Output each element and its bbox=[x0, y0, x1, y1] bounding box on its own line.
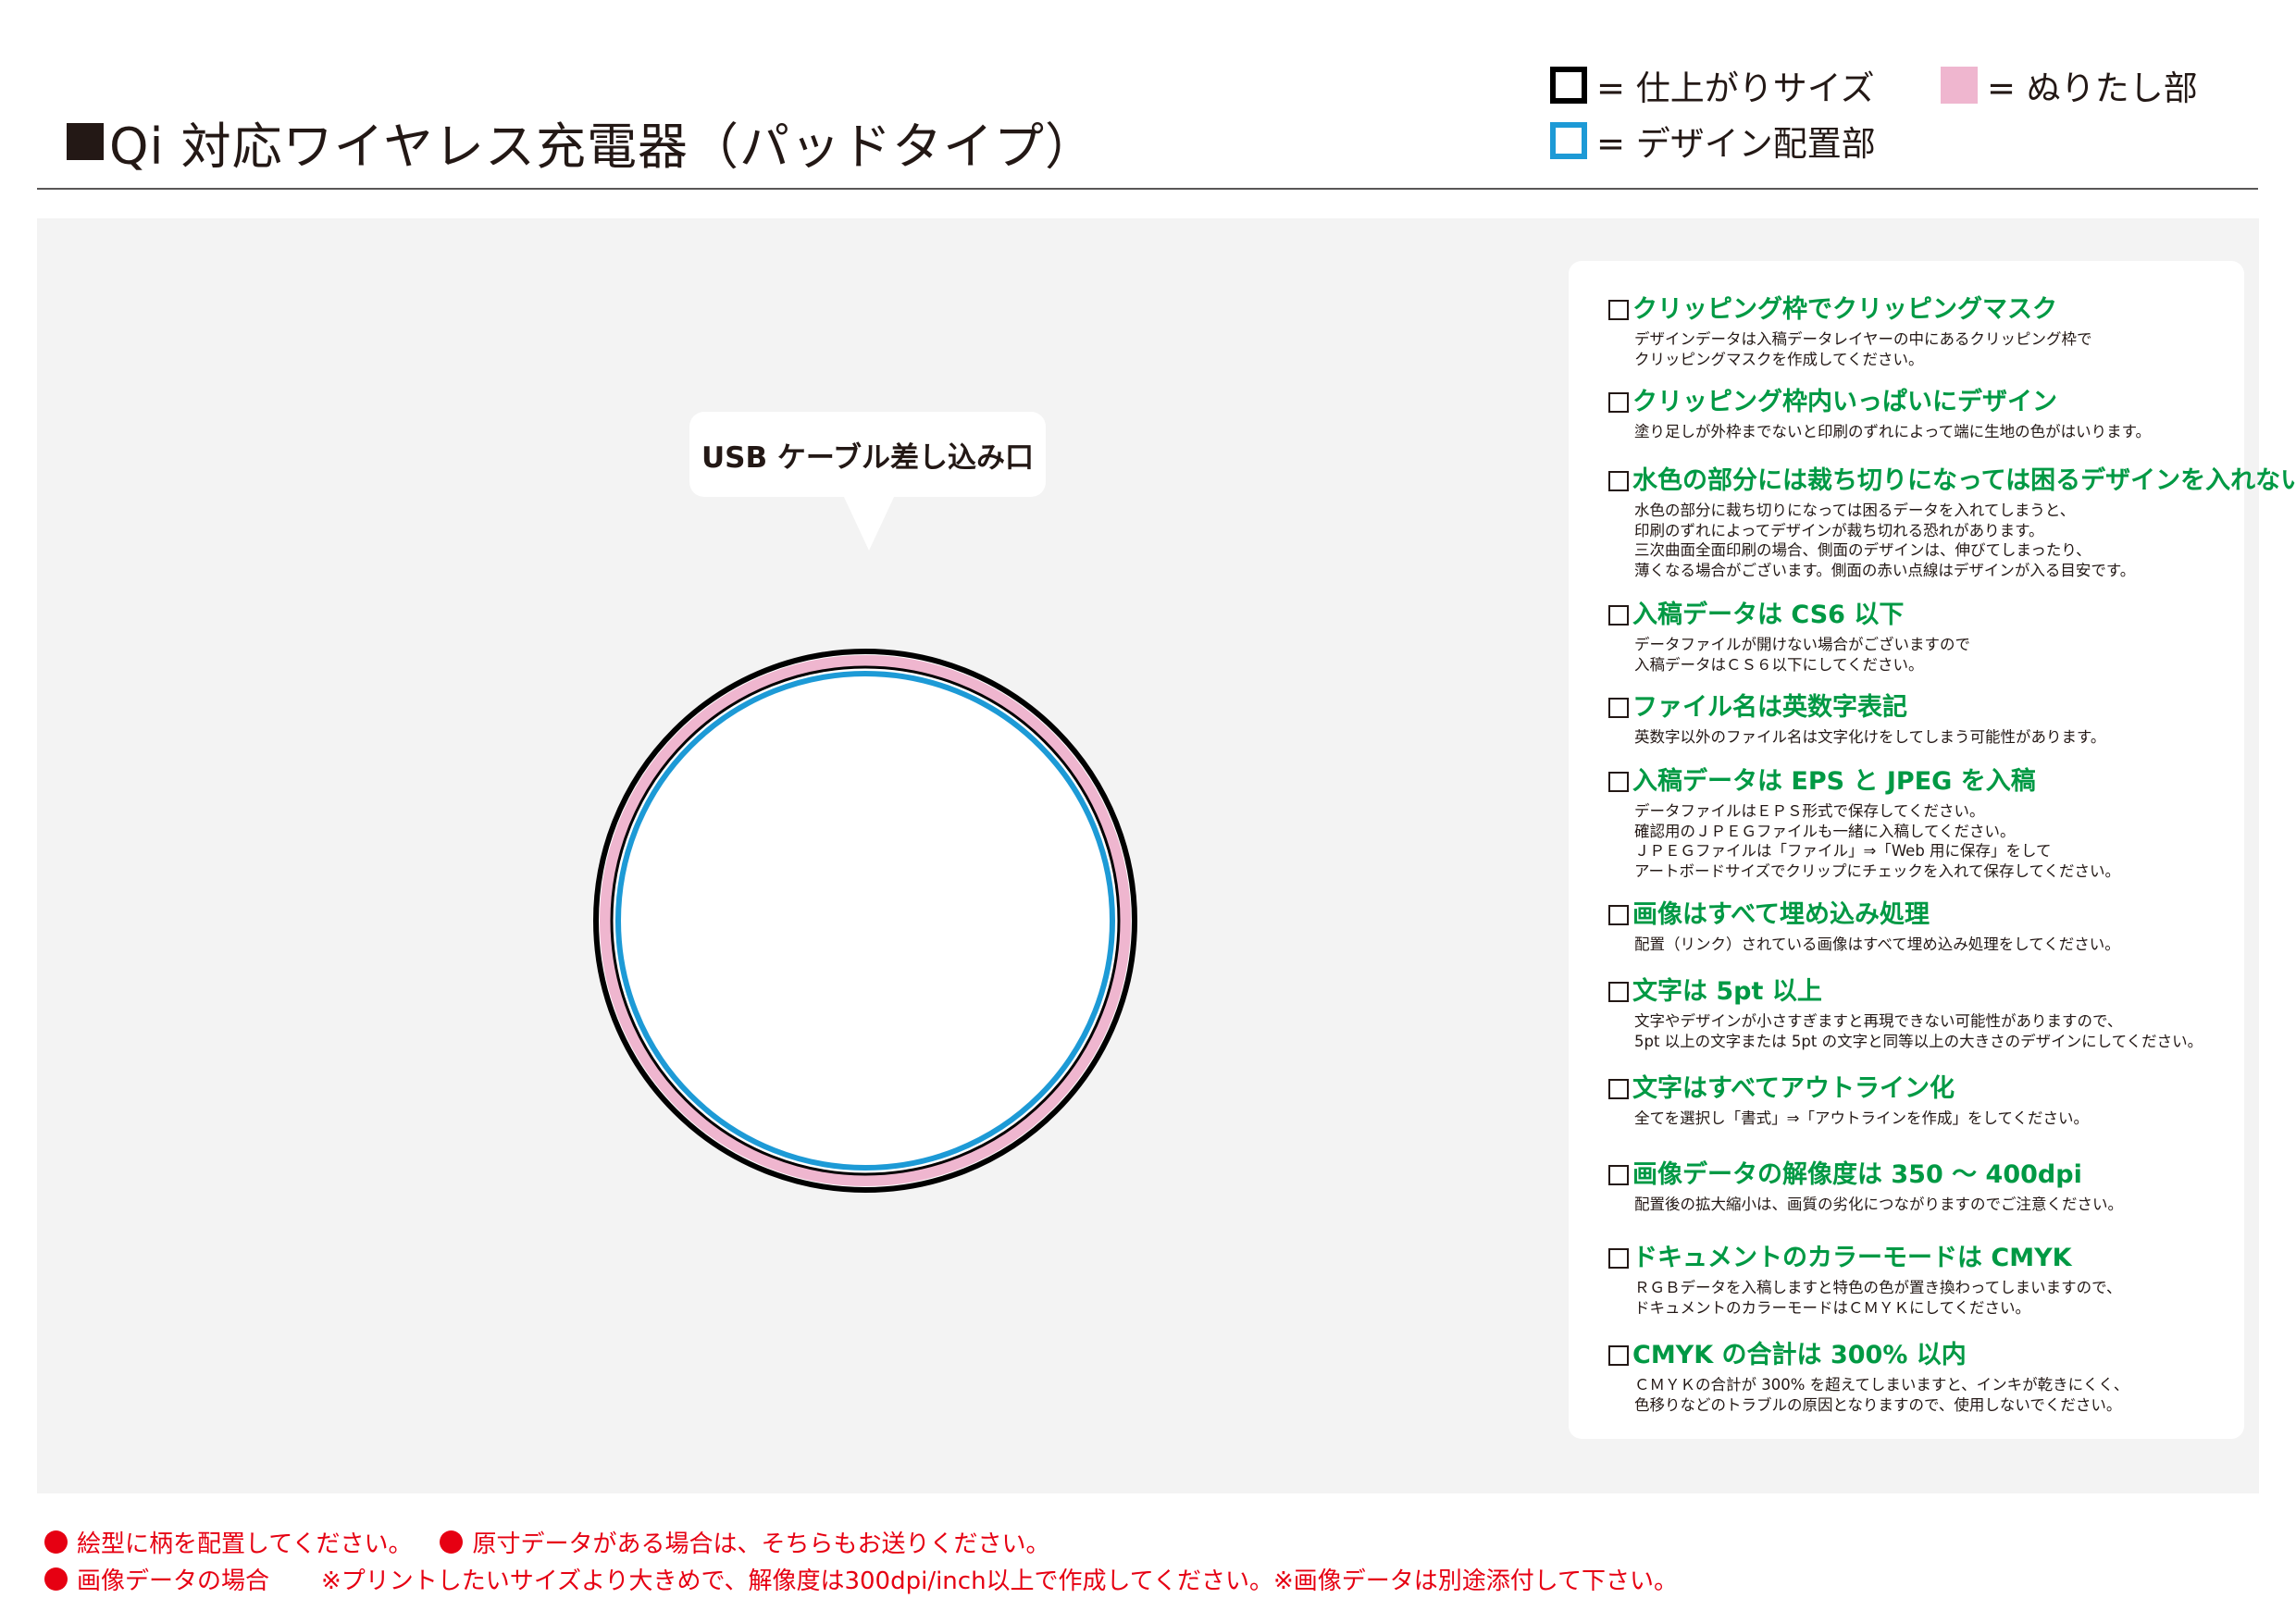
legend-finish-size-label: = 仕上がりサイズ bbox=[1596, 68, 1875, 108]
title-square-icon bbox=[67, 123, 104, 160]
check-item: ドキュメントのカラーモードは CMYK ＲＧＢデータを入稿しますと特色の色が置き… bbox=[1608, 1243, 2247, 1318]
check-item-body: 水色の部分に裁ち切りになっては困るデータを入れてしまうと、 印刷のずれによってデ… bbox=[1634, 502, 2136, 579]
check-item-body: データファイルが開けない場合がございますので 入稿データはＣＳ６以下にしてくださ… bbox=[1634, 636, 1970, 674]
footer-note-original-data: 原寸データがある場合は、そちらもお送りください。 bbox=[472, 1530, 1050, 1558]
check-item: ファイル名は英数字表記 英数字以外のファイル名は文字化けをしてしまう可能性があり… bbox=[1608, 692, 2247, 748]
black-square-icon bbox=[1550, 67, 1587, 104]
red-dot-icon bbox=[44, 1530, 68, 1554]
check-item: 文字はすべてアウトライン化 全てを選択し「書式」⇒「アウトラインを作成」をしてく… bbox=[1608, 1073, 2247, 1129]
checkbox-icon bbox=[1608, 1079, 1629, 1099]
footer-note-pattern: 絵型に柄を配置してください。 bbox=[77, 1530, 413, 1558]
design-area-outline bbox=[615, 671, 1115, 1171]
checkbox-icon bbox=[1608, 905, 1629, 925]
check-item: 水色の部分には裁ち切りになっては困るデザインを入れない 水色の部分に裁ち切りにな… bbox=[1608, 465, 2296, 580]
check-item: クリッピング枠でクリッピングマスク デザインデータは入稿データレイヤーの中にある… bbox=[1608, 294, 2247, 369]
check-item-title: 文字は 5pt 以上 bbox=[1632, 977, 1822, 1006]
check-item-body: デザインデータは入稿データレイヤーの中にあるクリッピング枠で クリッピングマスク… bbox=[1634, 330, 2092, 368]
legend-design-area-label: = デザイン配置部 bbox=[1596, 124, 1876, 164]
checkbox-icon bbox=[1608, 772, 1629, 792]
usb-callout: USB ケーブル差し込み口 bbox=[689, 412, 1046, 497]
checkbox-icon bbox=[1608, 300, 1629, 320]
charger-template bbox=[593, 649, 1137, 1193]
page-title-text: Qi 対応ワイヤレス充電器（パッドタイプ） bbox=[109, 117, 1097, 176]
check-item-body: 文字やデザインが小さすぎますと再現できない可能性がありますので、 5pt 以上の… bbox=[1634, 1012, 2203, 1050]
checkbox-icon bbox=[1608, 605, 1629, 626]
check-item-title: 入稿データは CS6 以下 bbox=[1632, 601, 1905, 629]
footer-image-data-note: ※プリントしたいサイズより大きめで、解像度は300dpi/inch以上で作成して… bbox=[321, 1567, 1679, 1595]
page-title: Qi 対応ワイヤレス充電器（パッドタイプ） bbox=[67, 109, 1096, 176]
check-item-title: 入稿データは EPS と JPEG を入稿 bbox=[1632, 767, 2036, 796]
checkbox-icon bbox=[1608, 982, 1629, 1002]
check-item: 文字は 5pt 以上 文字やデザインが小さすぎますと再現できない可能性があります… bbox=[1608, 976, 2247, 1051]
check-item: 画像はすべて埋め込み処理 配置（リンク）されている画像はすべて埋め込み処理をして… bbox=[1608, 899, 2247, 955]
check-item-body: データファイルはＥＰＳ形式で保存してください。 確認用のＪＰＥＧファイルも一緒に… bbox=[1634, 802, 2121, 880]
legend-finish-size: = 仕上がりサイズ bbox=[1550, 60, 1875, 110]
check-item-title: クリッピング枠でクリッピングマスク bbox=[1632, 295, 2057, 324]
checkbox-icon bbox=[1608, 1248, 1629, 1269]
check-item-body: 英数字以外のファイル名は文字化けをしてしまう可能性があります。 bbox=[1634, 728, 2106, 746]
check-item-body: 全てを選択し「書式」⇒「アウトラインを作成」をしてください。 bbox=[1634, 1109, 2090, 1127]
check-item: 入稿データは EPS と JPEG を入稿 データファイルはＥＰＳ形式で保存して… bbox=[1608, 766, 2247, 881]
footer-line-2: 画像データの場合 ※プリントしたいサイズより大きめで、解像度は300dpi/in… bbox=[44, 1562, 1678, 1596]
legend-paint-area: = ぬりたし部 bbox=[1941, 60, 2198, 110]
checkbox-icon bbox=[1608, 698, 1629, 718]
blue-square-icon bbox=[1550, 122, 1587, 159]
checkbox-icon bbox=[1608, 471, 1629, 491]
check-item-title: ファイル名は英数字表記 bbox=[1632, 693, 1907, 722]
check-item: クリッピング枠内いっぱいにデザイン 塗り足しが外枠までないと印刷のずれによって端… bbox=[1608, 387, 2247, 442]
check-item-body: ＣＭＹＫの合計が 300% を超えてしまいますと、インキが乾きにくく、 色移りな… bbox=[1634, 1376, 2129, 1414]
checkbox-icon bbox=[1608, 392, 1629, 413]
check-item: 画像データの解像度は 350 〜 400dpi 配置後の拡大縮小は、画質の劣化に… bbox=[1608, 1159, 2247, 1215]
check-item-title: 画像はすべて埋め込み処理 bbox=[1632, 900, 1930, 929]
checkbox-icon bbox=[1608, 1345, 1629, 1366]
check-item-title: 画像データの解像度は 350 〜 400dpi bbox=[1632, 1160, 2082, 1189]
red-dot-icon bbox=[44, 1567, 68, 1591]
check-item-body: 塗り足しが外枠までないと印刷のずれによって端に生地の色がはいります。 bbox=[1634, 423, 2152, 440]
check-item-body: ＲＧＢデータを入稿しますと特色の色が置き換わってしまいますので、 ドキュメントの… bbox=[1634, 1279, 2122, 1317]
check-item-body: 配置（リンク）されている画像はすべて埋め込み処理をしてください。 bbox=[1634, 935, 2120, 953]
check-item: CMYK の合計は 300% 以内 ＣＭＹＫの合計が 300% を超えてしまいま… bbox=[1608, 1340, 2247, 1415]
check-item-title: CMYK の合計は 300% 以内 bbox=[1632, 1341, 1967, 1369]
footer-image-data-label: 画像データの場合 bbox=[77, 1567, 270, 1595]
check-item: 入稿データは CS6 以下 データファイルが開けない場合がございますので 入稿デ… bbox=[1608, 600, 2247, 675]
check-item-title: 水色の部分には裁ち切りになっては困るデザインを入れない bbox=[1632, 466, 2296, 495]
checkbox-icon bbox=[1608, 1165, 1629, 1185]
footer-line-1: 絵型に柄を配置してください。 原寸データがある場合は、そちらもお送りください。 bbox=[44, 1525, 1049, 1559]
usb-callout-text: USB ケーブル差し込み口 bbox=[701, 440, 1035, 475]
pink-square-icon bbox=[1941, 67, 1978, 104]
red-dot-icon bbox=[440, 1530, 464, 1554]
legend-paint-area-label: = ぬりたし部 bbox=[1987, 68, 2198, 108]
check-item-title: ドキュメントのカラーモードは CMYK bbox=[1632, 1244, 2072, 1272]
legend-design-area: = デザイン配置部 bbox=[1550, 116, 1876, 166]
check-item-body: 配置後の拡大縮小は、画質の劣化につながりますのでご注意ください。 bbox=[1634, 1196, 2123, 1213]
callout-tail bbox=[843, 495, 895, 551]
header-divider bbox=[37, 188, 2258, 190]
check-item-title: クリッピング枠内いっぱいにデザイン bbox=[1632, 388, 2057, 416]
check-item-title: 文字はすべてアウトライン化 bbox=[1632, 1074, 1955, 1103]
